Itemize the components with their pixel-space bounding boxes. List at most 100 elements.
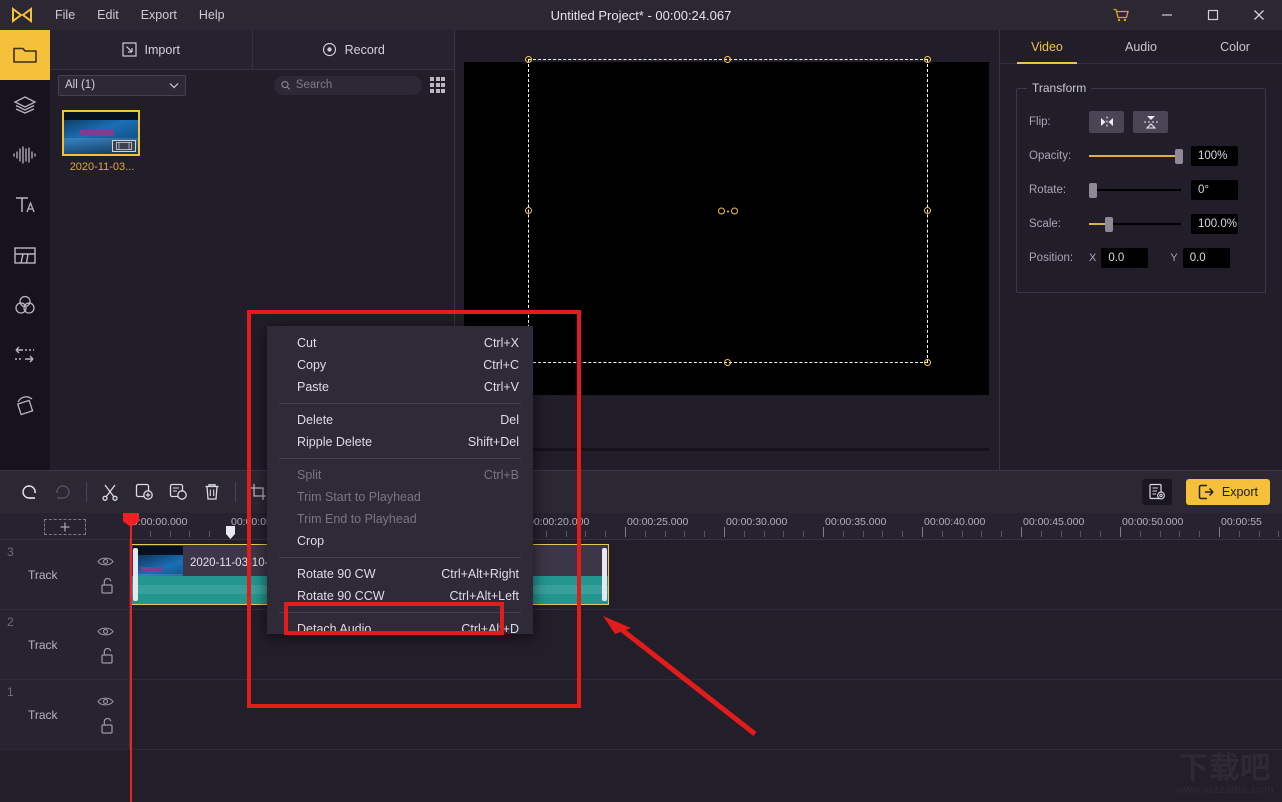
track-row[interactable]: 1 Track xyxy=(0,680,1282,750)
track-label: Track xyxy=(28,567,58,582)
sidebar-item-color[interactable] xyxy=(0,280,50,330)
eye-icon[interactable] xyxy=(97,554,114,572)
ruler-minor-tick xyxy=(565,531,567,537)
flip-vertical-icon[interactable] xyxy=(1133,111,1168,133)
context-menu-item-ripple-delete[interactable]: Ripple Delete Shift+Del xyxy=(267,431,533,453)
export-button[interactable]: Export xyxy=(1185,479,1270,505)
unlock-icon[interactable] xyxy=(100,717,114,739)
clip-trim-left[interactable] xyxy=(133,548,138,601)
position-y-value[interactable]: 0.0 xyxy=(1182,248,1230,268)
sidebar-item-titles[interactable] xyxy=(0,180,50,230)
context-menu-item-shortcut: Ctrl+Alt+D xyxy=(461,622,519,636)
context-menu-item-cut[interactable]: Cut Ctrl+X xyxy=(267,332,533,354)
project-settings-icon[interactable] xyxy=(1141,479,1172,505)
undo-icon[interactable] xyxy=(12,471,46,514)
tab-video[interactable]: Video xyxy=(1000,30,1094,64)
track-row[interactable]: 2 Track xyxy=(0,610,1282,680)
context-menu-item-delete[interactable]: Delete Del xyxy=(267,409,533,431)
tab-import[interactable]: Import xyxy=(50,30,253,69)
scale-slider-knob[interactable] xyxy=(1105,216,1113,232)
preview-canvas[interactable] xyxy=(464,56,989,395)
scale-value[interactable]: 100.0% xyxy=(1191,214,1238,234)
menu-help[interactable]: Help xyxy=(188,4,236,26)
context-menu-item-shortcut: Ctrl+X xyxy=(483,336,519,350)
context-menu-separator xyxy=(279,557,521,558)
media-filter-select[interactable]: All (1) xyxy=(58,74,186,96)
context-menu-item-rotate-90-cw[interactable]: Rotate 90 CW Ctrl+Alt+Right xyxy=(267,563,533,585)
handle-bottom-right[interactable] xyxy=(924,359,931,366)
track-row[interactable]: 3 Track 2020-11-03-10-42-37.CUT.00'07-00… xyxy=(0,540,1282,610)
handle-top-left[interactable] xyxy=(525,56,532,63)
opacity-value[interactable]: 100% xyxy=(1191,146,1238,166)
rotate-value[interactable]: 0° xyxy=(1191,180,1238,200)
unlock-icon[interactable] xyxy=(100,647,114,669)
handle-bottom-center[interactable] xyxy=(724,359,731,366)
redo-icon[interactable] xyxy=(46,471,80,514)
flip-horizontal-icon[interactable] xyxy=(1089,111,1124,133)
context-menu-separator xyxy=(279,403,521,404)
add-track-button[interactable] xyxy=(44,519,86,535)
sidebar-item-split-screen[interactable] xyxy=(0,230,50,280)
tab-color[interactable]: Color xyxy=(1188,30,1282,63)
cart-icon[interactable] xyxy=(1098,0,1144,30)
close-button[interactable] xyxy=(1236,0,1282,30)
menu-edit[interactable]: Edit xyxy=(86,4,130,26)
eye-icon[interactable] xyxy=(97,694,114,712)
menu-file[interactable]: File xyxy=(44,4,86,26)
context-menu-item-copy[interactable]: Copy Ctrl+C xyxy=(267,354,533,376)
track-header[interactable]: 3 Track xyxy=(0,540,130,609)
handle-top-center[interactable] xyxy=(724,56,731,63)
clip-context-menu[interactable]: Cut Ctrl+X Copy Ctrl+C Paste Ctrl+V Delete Del R… xyxy=(267,326,533,636)
left-icon-rail xyxy=(0,30,50,470)
add-clip-icon[interactable] xyxy=(127,471,161,514)
context-menu-item-label: Cut xyxy=(297,336,317,350)
rotate-slider[interactable] xyxy=(1089,182,1181,198)
context-menu-item-detach-audio[interactable]: Detach Audio Ctrl+Alt+D xyxy=(267,618,533,640)
duplicate-icon[interactable] xyxy=(161,471,195,514)
anchor-point-handle[interactable] xyxy=(718,207,738,215)
trash-icon[interactable] xyxy=(195,471,229,514)
clip-trim-right[interactable] xyxy=(602,548,607,601)
playhead[interactable] xyxy=(123,513,139,802)
rotate-slider-knob[interactable] xyxy=(1089,182,1097,198)
flip-label: Flip: xyxy=(1029,116,1051,128)
menu-export[interactable]: Export xyxy=(130,4,188,26)
handle-middle-left[interactable] xyxy=(525,207,532,214)
scissors-icon[interactable] xyxy=(93,471,127,514)
search-input[interactable] xyxy=(295,79,415,91)
scale-slider[interactable] xyxy=(1089,216,1181,232)
tab-audio[interactable]: Audio xyxy=(1094,30,1188,63)
selection-bounding-box[interactable] xyxy=(525,56,931,366)
unlock-icon[interactable] xyxy=(100,577,114,599)
context-menu-item-shortcut: Ctrl+B xyxy=(483,468,519,482)
preview-panel: 000 xyxy=(455,30,1000,486)
properties-tab-bar: Video Audio Color xyxy=(1000,30,1282,64)
media-search-box[interactable] xyxy=(274,75,422,95)
timeline-ruler[interactable]: 0:00:00.00000:00:05.00000:00:10.00000:00… xyxy=(0,513,1282,540)
maximize-button[interactable] xyxy=(1190,0,1236,30)
sidebar-item-transitions[interactable] xyxy=(0,330,50,380)
context-menu-item-rotate-90-ccw[interactable]: Rotate 90 CCW Ctrl+Alt+Left xyxy=(267,585,533,607)
track-header[interactable]: 1 Track xyxy=(0,680,130,749)
opacity-slider-knob[interactable] xyxy=(1175,148,1183,164)
tab-record[interactable]: Record xyxy=(253,30,455,69)
position-x-value[interactable]: 0.0 xyxy=(1101,248,1149,268)
handle-top-right[interactable] xyxy=(924,56,931,63)
context-menu-item-crop[interactable]: Crop xyxy=(267,530,533,552)
context-menu-item-paste[interactable]: Paste Ctrl+V xyxy=(267,376,533,398)
sidebar-item-audio[interactable] xyxy=(0,130,50,180)
ruler-minor-tick xyxy=(545,531,547,537)
handle-middle-right[interactable] xyxy=(924,207,931,214)
opacity-slider[interactable] xyxy=(1089,148,1183,164)
track-header[interactable]: 2 Track xyxy=(0,610,130,679)
preview-scrubber[interactable] xyxy=(464,448,989,451)
sidebar-item-effects[interactable] xyxy=(0,80,50,130)
media-item[interactable]: 2020-11-03... xyxy=(62,110,142,173)
eye-icon[interactable] xyxy=(97,624,114,642)
sidebar-item-media-library[interactable] xyxy=(0,30,50,80)
split-screen-icon xyxy=(14,247,36,264)
sidebar-item-motion[interactable] xyxy=(0,380,50,430)
ruler-minor-tick xyxy=(981,531,983,537)
grid-view-icon[interactable] xyxy=(430,77,446,93)
minimize-button[interactable] xyxy=(1144,0,1190,30)
